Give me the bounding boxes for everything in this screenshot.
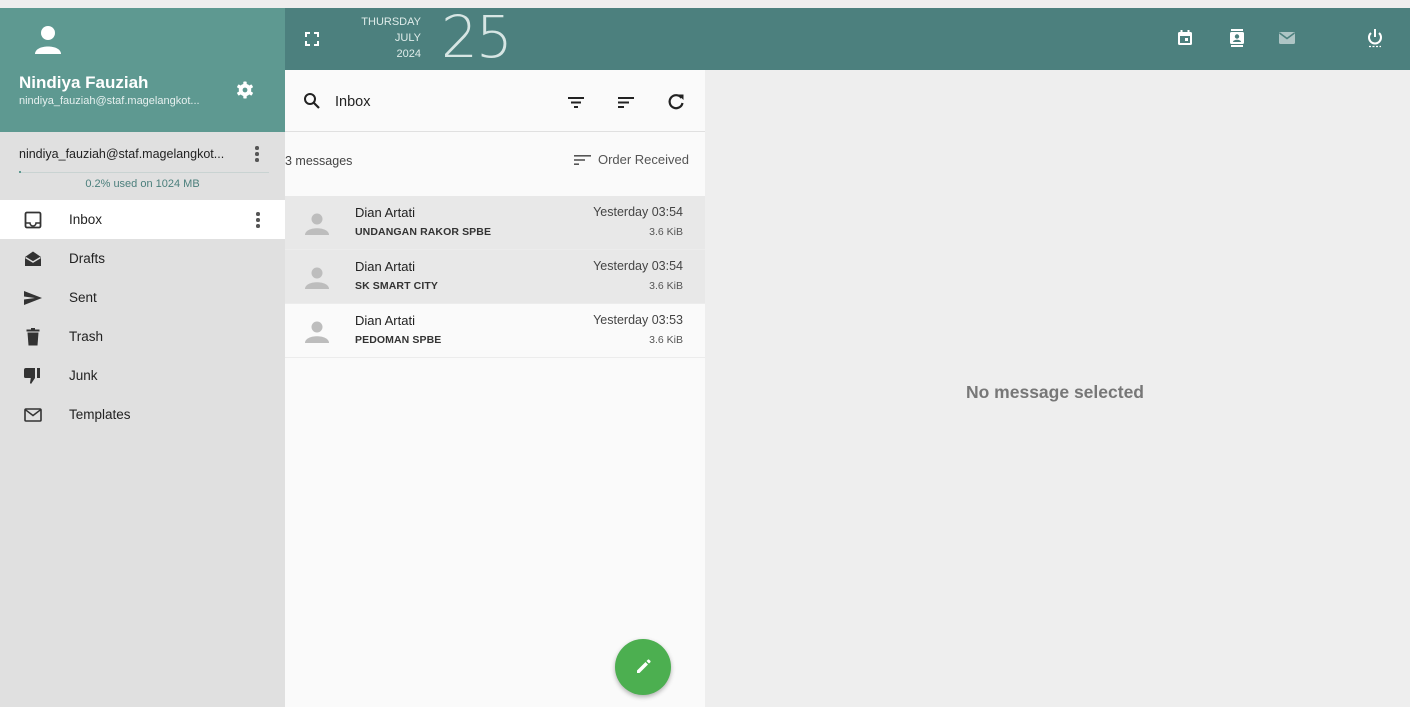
sender-avatar-icon — [305, 213, 329, 235]
date-month: JULY — [394, 32, 421, 44]
inbox-icon — [23, 210, 43, 230]
quota-bar — [19, 171, 269, 173]
message-count: 3 messages — [285, 154, 353, 168]
topbar-main: THURSDAY JULY 2024 25 — [285, 3, 1410, 71]
compose-button[interactable] — [615, 639, 671, 695]
message-row[interactable]: Dian Artati UNDANGAN RAKOR SPBE Yesterda… — [285, 196, 705, 250]
top-bar: THURSDAY JULY 2024 25 — [0, 3, 1410, 71]
folder-label: Trash — [69, 329, 104, 344]
date-day: 25 — [441, 3, 513, 71]
pencil-icon — [637, 659, 651, 673]
order-label: Order Received — [597, 152, 689, 167]
search-input[interactable] — [335, 90, 535, 114]
user-avatar-icon[interactable] — [34, 24, 62, 54]
calendar-icon[interactable] — [1175, 28, 1195, 48]
message-subject: PEDOMAN SPBE — [355, 334, 442, 346]
message-sender: Dian Artati — [355, 313, 415, 328]
folder-label: Drafts — [69, 251, 106, 266]
message-date: Yesterday 03:53 — [593, 313, 683, 327]
reading-pane: No message selected — [705, 70, 1410, 707]
mail-icon[interactable] — [1277, 28, 1297, 48]
message-row[interactable]: Dian Artati SK SMART CITY Yesterday 03:5… — [285, 250, 705, 304]
message-subject: UNDANGAN RAKOR SPBE — [355, 226, 492, 238]
order-button[interactable]: Order Received — [573, 152, 689, 167]
account-row[interactable]: nindiya_fauziah@staf.magelangkot... — [0, 132, 285, 172]
quota-text: 0.2% used on 1024 MB — [85, 178, 200, 190]
message-sender: Dian Artati — [355, 259, 415, 274]
search-icon[interactable] — [303, 92, 321, 110]
sender-avatar-icon — [305, 267, 329, 289]
folder-templates[interactable]: Templates — [0, 395, 285, 434]
message-subject: SK SMART CITY — [355, 280, 438, 292]
fullscreen-icon[interactable] — [305, 32, 319, 46]
account-email: nindiya_fauziah@staf.magelangkot... — [19, 147, 225, 161]
message-date: Yesterday 03:54 — [593, 259, 683, 273]
date-year: 2024 — [396, 48, 421, 60]
sender-avatar-icon — [305, 321, 329, 343]
folder-label: Inbox — [69, 212, 103, 227]
gear-icon[interactable] — [235, 80, 255, 100]
folder-inbox[interactable]: Inbox — [0, 200, 285, 239]
message-size: 3.6 KiB — [649, 226, 683, 238]
message-row[interactable]: Dian Artati PEDOMAN SPBE Yesterday 03:53… — [285, 304, 705, 358]
trash-icon — [23, 327, 43, 347]
message-sender: Dian Artati — [355, 205, 415, 220]
profile-panel: Nindiya Fauziah nindiya_fauziah@staf.mag… — [0, 70, 285, 132]
empty-state-text: No message selected — [965, 382, 1144, 402]
folder-sent[interactable]: Sent — [0, 278, 285, 317]
account-menu-icon[interactable] — [255, 146, 259, 162]
folder-junk[interactable]: Junk — [0, 356, 285, 395]
sidebar: Nindiya Fauziah nindiya_fauziah@staf.mag… — [0, 70, 285, 707]
power-icon[interactable] — [1365, 28, 1385, 48]
sort-order-icon — [573, 154, 591, 165]
message-date: Yesterday 03:54 — [593, 205, 683, 219]
refresh-icon[interactable] — [666, 92, 686, 112]
folder-label: Junk — [69, 368, 98, 383]
date-words: THURSDAY JULY 2024 — [345, 14, 421, 62]
folder-label: Sent — [69, 290, 97, 305]
sent-icon — [23, 288, 43, 308]
folder-trash[interactable]: Trash — [0, 317, 285, 356]
message-list-pane: 3 messages Order Received Dian Artati UN… — [285, 70, 705, 707]
quota-fill — [19, 171, 21, 173]
sort-icon[interactable] — [616, 92, 636, 112]
folder-list: Inbox Drafts Sent Trash Junk Templates — [0, 200, 285, 434]
folder-label: Templates — [69, 407, 131, 422]
list-summary: 3 messages Order Received — [285, 132, 705, 196]
drafts-icon — [23, 249, 43, 269]
message-size: 3.6 KiB — [649, 280, 683, 292]
message-size: 3.6 KiB — [649, 334, 683, 346]
contacts-icon[interactable] — [1227, 28, 1247, 48]
folder-drafts[interactable]: Drafts — [0, 239, 285, 278]
topbar-user-area — [0, 8, 285, 70]
search-bar — [285, 70, 705, 132]
junk-icon — [23, 366, 43, 386]
templates-icon — [23, 405, 43, 425]
date-weekday: THURSDAY — [361, 16, 421, 28]
folder-menu-icon[interactable] — [256, 212, 260, 228]
filter-icon[interactable] — [566, 92, 586, 112]
